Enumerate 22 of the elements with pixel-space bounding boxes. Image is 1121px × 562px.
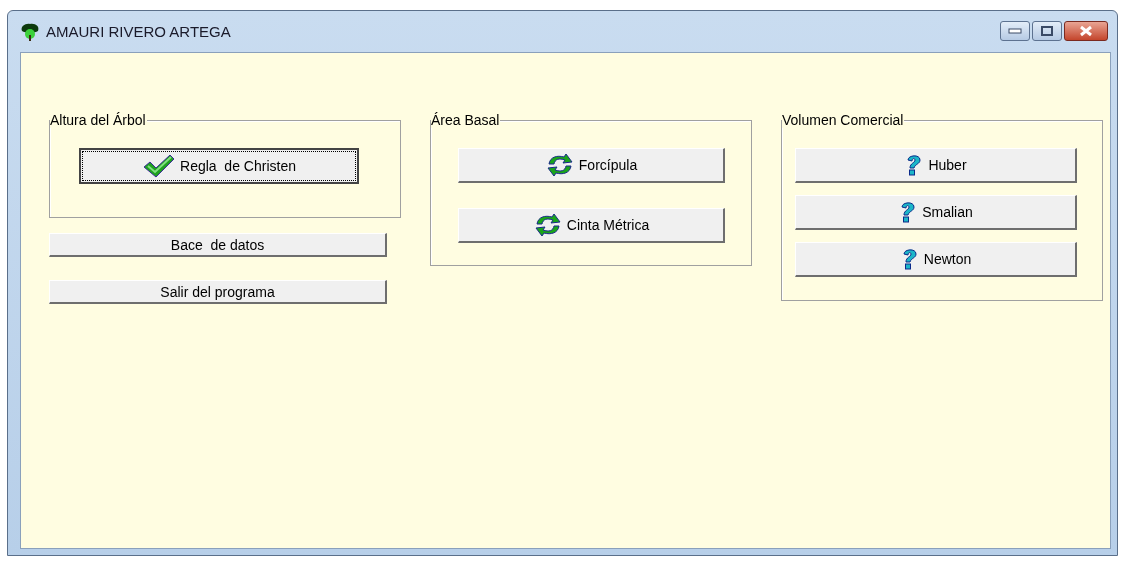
tool-button[interactable]: Regla de Christen <box>79 148 359 184</box>
minimize-icon <box>1008 28 1022 34</box>
group-title: Área Basal <box>431 112 501 128</box>
action-button[interactable]: Salir del programa <box>49 280 387 304</box>
group-title: Volumen Comercial <box>782 112 905 128</box>
tool-button[interactable]: Newton <box>795 242 1077 277</box>
checkmark-icon <box>142 153 176 179</box>
tree-icon <box>20 22 40 41</box>
tool-button[interactable]: Cinta Métrica <box>458 208 725 243</box>
window-title: AMAURI RIVERO ARTEGA <box>46 23 232 40</box>
group-title: Altura del Árbol <box>50 112 147 128</box>
close-button[interactable] <box>1064 21 1108 41</box>
refresh-icon <box>544 153 575 177</box>
minimize-button[interactable] <box>1000 21 1030 41</box>
close-icon <box>1078 25 1094 37</box>
maximize-button[interactable] <box>1032 21 1062 41</box>
refresh-icon <box>532 213 563 237</box>
tool-button[interactable]: Huber <box>795 148 1077 183</box>
tool-button[interactable]: Smalian <box>795 195 1077 230</box>
tool-button[interactable]: Forcípula <box>458 148 725 183</box>
maximize-icon <box>1041 26 1053 36</box>
action-button[interactable]: Bace de datos <box>49 233 387 257</box>
